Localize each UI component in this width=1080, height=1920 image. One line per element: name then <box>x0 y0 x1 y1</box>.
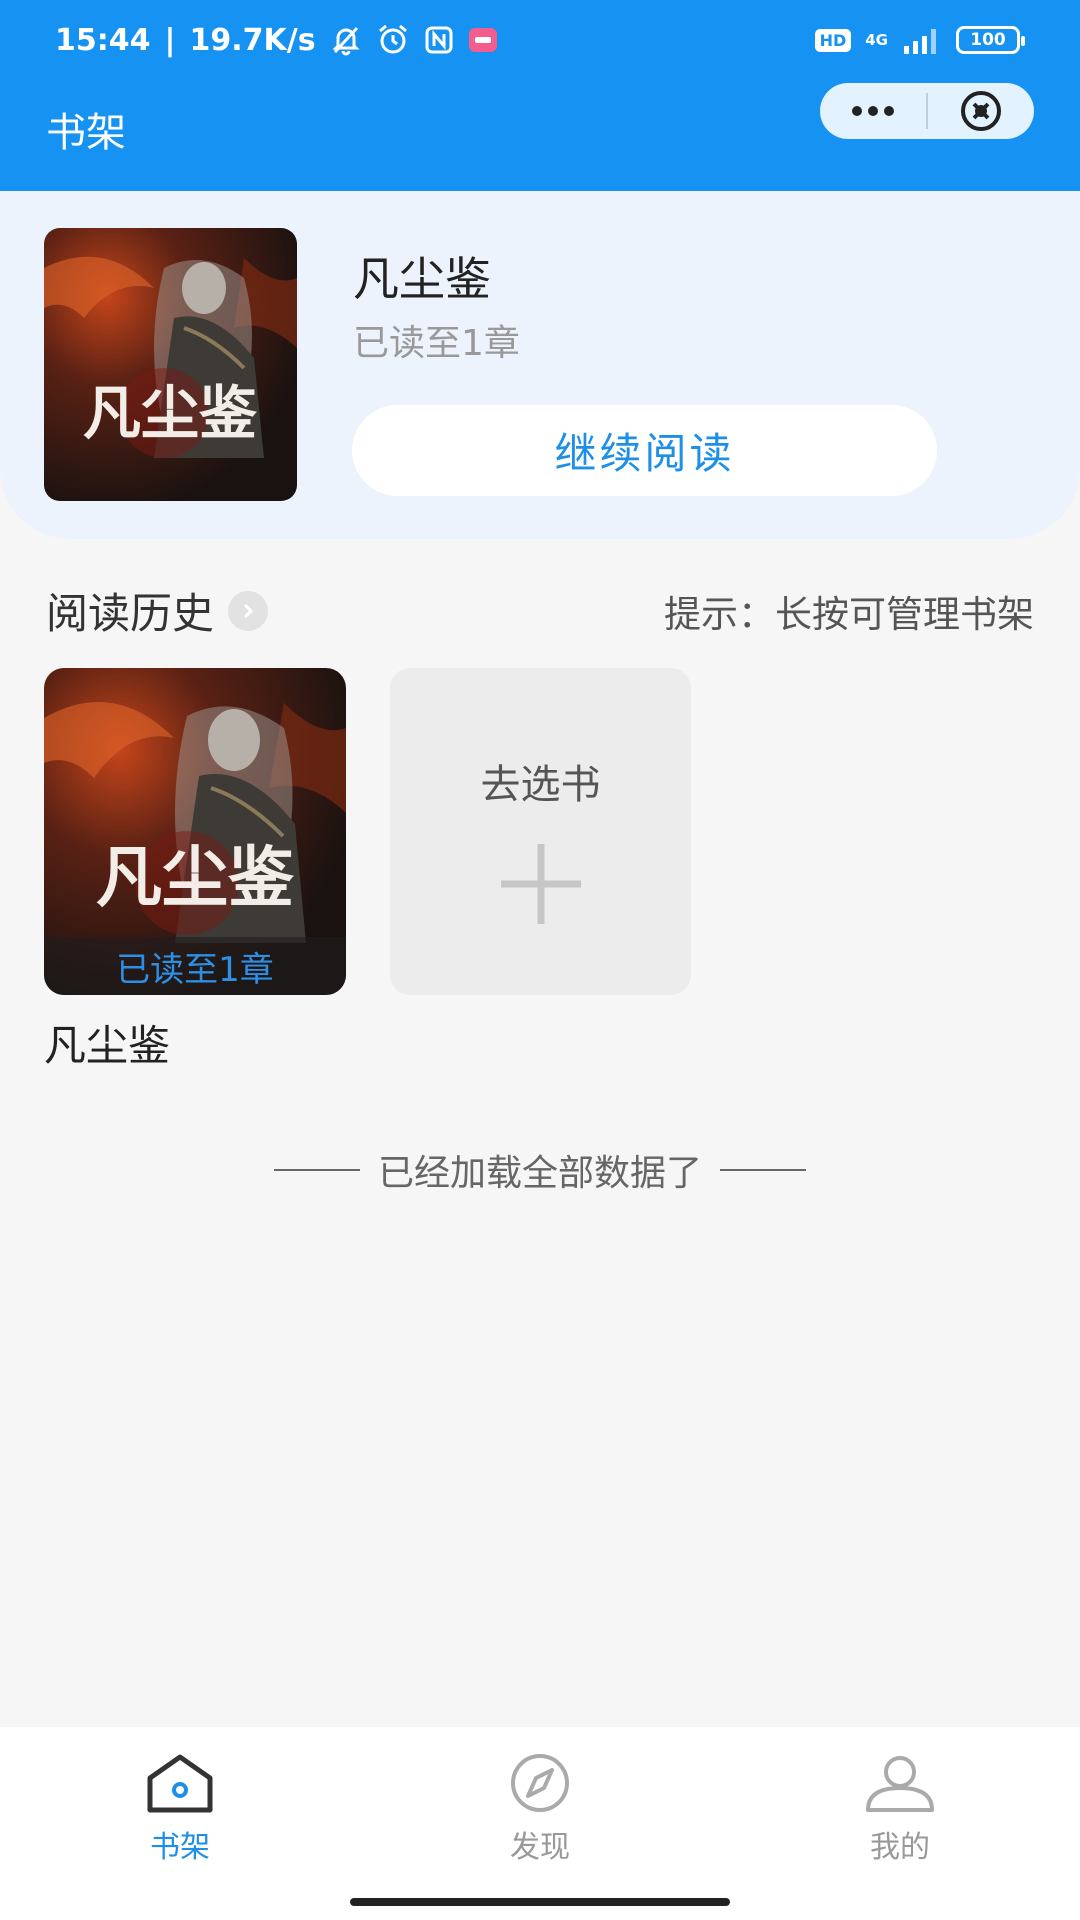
history-section-header: 阅读历史 提示：长按可管理书架 <box>0 580 1080 640</box>
tab-mine[interactable]: 我的 <box>800 1752 1000 1882</box>
divider-line <box>273 1169 360 1171</box>
status-bar: 15:44 | 19.7K/s HD 4G 100 <box>0 0 1080 80</box>
status-right: HD 4G 100 <box>814 20 1025 60</box>
history-title-link[interactable]: 阅读历史 <box>46 580 269 641</box>
network-type: 4G <box>865 31 888 49</box>
end-of-list: 已经加载全部数据了 <box>0 1144 1080 1196</box>
svg-text:凡尘鉴: 凡尘鉴 <box>83 379 258 447</box>
mute-bell-icon <box>330 24 362 56</box>
tab-label: 我的 <box>870 1830 930 1865</box>
app-notification-icon <box>468 25 498 55</box>
book-cover-art: 凡尘鉴 <box>44 228 297 501</box>
status-separator: | <box>164 22 176 58</box>
net-speed: 19.7K/s <box>189 22 316 58</box>
featured-book-cover[interactable]: 凡尘鉴 <box>44 228 297 501</box>
featured-book-progress: 已读至1章 <box>353 323 520 364</box>
page-title: 书架 <box>46 110 126 156</box>
status-time: 15:44 <box>55 22 151 58</box>
miniprogram-capsule <box>820 83 1034 139</box>
featured-book-title: 凡尘鉴 <box>353 252 491 306</box>
tab-discover[interactable]: 发现 <box>440 1752 640 1882</box>
add-book-label: 去选书 <box>480 762 601 808</box>
plus-icon <box>501 844 581 924</box>
hd-badge: HD <box>814 28 852 52</box>
continue-reading-button[interactable]: 继续阅读 <box>352 405 937 496</box>
chevron-right-icon <box>228 590 269 631</box>
status-left: 15:44 | 19.7K/s <box>55 18 498 62</box>
tab-label: 发现 <box>510 1830 570 1865</box>
tab-bookshelf[interactable]: 书架 <box>80 1752 280 1882</box>
close-button[interactable] <box>928 83 1034 139</box>
close-circle-icon <box>961 91 1001 131</box>
more-dots-icon <box>852 106 894 116</box>
history-title: 阅读历史 <box>46 589 215 638</box>
history-book-cover[interactable]: 凡尘鉴 已读至1章 <box>44 668 346 995</box>
battery-indicator: 100 <box>956 26 1025 54</box>
compass-icon <box>511 1754 569 1812</box>
nfc-icon <box>424 25 454 55</box>
home-indicator <box>350 1898 730 1906</box>
divider-line <box>720 1169 806 1171</box>
alarm-icon <box>376 24 410 56</box>
history-book-title[interactable]: 凡尘鉴 <box>44 1012 170 1073</box>
manage-hint: 提示：长按可管理书架 <box>664 593 1034 636</box>
home-icon <box>147 1754 213 1813</box>
svg-text:凡尘鉴: 凡尘鉴 <box>96 838 295 916</box>
header-bar: 15:44 | 19.7K/s HD 4G 100 书架 <box>0 0 1080 191</box>
more-button[interactable] <box>820 83 926 139</box>
book-progress-label: 已读至1章 <box>44 937 346 995</box>
featured-book-card: 凡尘鉴 凡尘鉴 已读至1章 继续阅读 <box>0 191 1080 539</box>
add-book-button[interactable]: 去选书 <box>390 668 691 995</box>
signal-icon <box>902 26 942 54</box>
tab-label: 书架 <box>150 1830 210 1865</box>
bottom-tab-bar: 书架 发现 我的 <box>0 1727 1080 1920</box>
user-icon <box>866 1756 934 1812</box>
end-of-list-text: 已经加载全部数据了 <box>377 1153 702 1194</box>
